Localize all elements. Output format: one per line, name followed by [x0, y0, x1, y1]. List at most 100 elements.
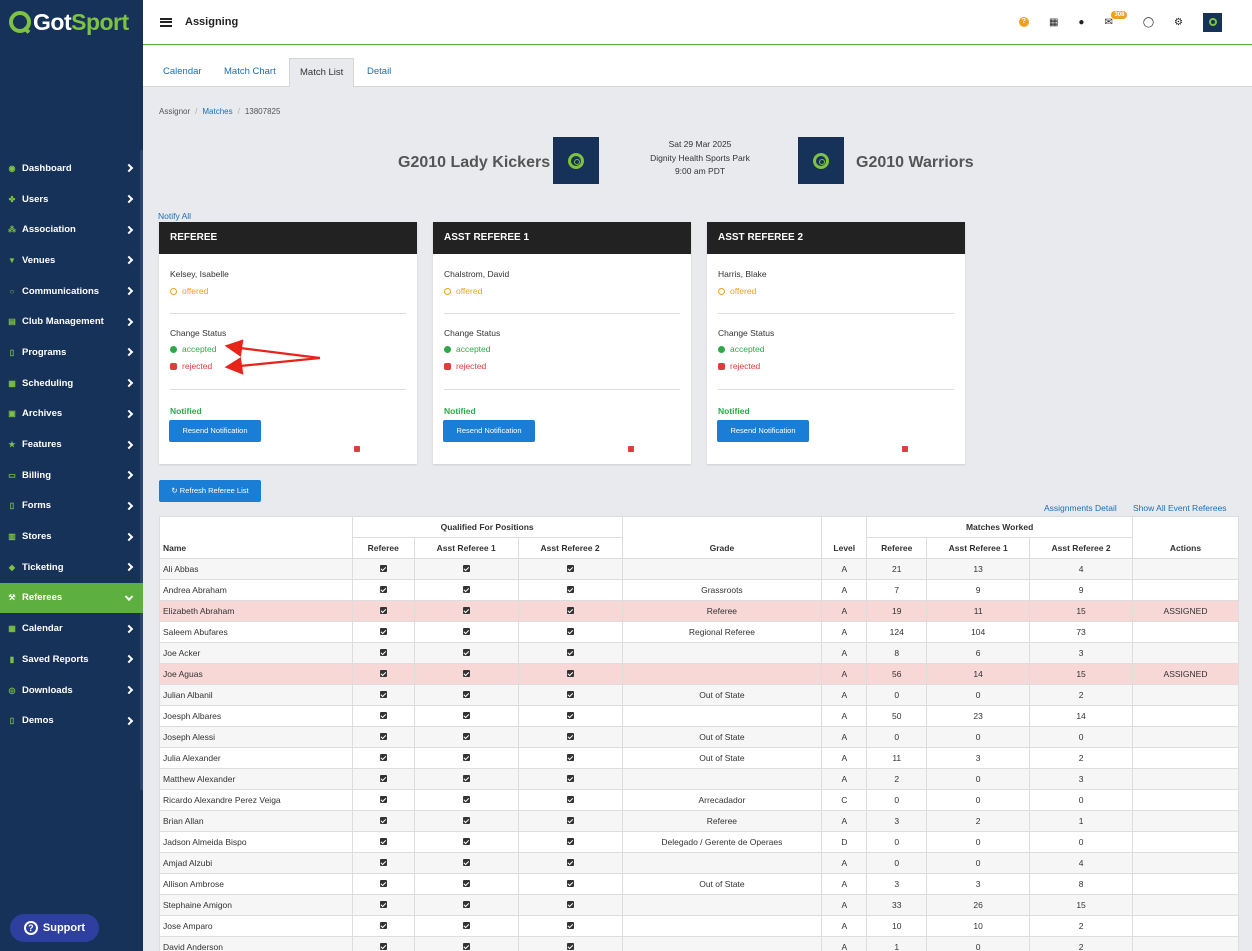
checkbox-checked-icon[interactable]	[379, 817, 387, 824]
sidebar-item-scheduling[interactable]: ▦ Scheduling	[0, 368, 143, 399]
checkbox-checked-icon[interactable]	[379, 733, 387, 740]
checkbox-checked-icon[interactable]	[566, 943, 574, 950]
col-name[interactable]: Name	[159, 516, 353, 559]
checkbox-checked-icon[interactable]	[566, 922, 574, 929]
checkbox-checked-icon[interactable]	[566, 796, 574, 803]
sidebar-item-dashboard[interactable]: ◉ Dashboard	[0, 153, 143, 184]
sidebar-item-calendar[interactable]: ▦ Calendar	[0, 613, 143, 644]
reject-status-option[interactable]: rejected	[718, 361, 760, 371]
checkbox-checked-icon[interactable]	[462, 922, 470, 929]
sidebar-item-users[interactable]: ✤ Users	[0, 184, 143, 215]
checkbox-checked-icon[interactable]	[566, 754, 574, 761]
tab-detail[interactable]: Detail	[357, 58, 401, 87]
checkbox-checked-icon[interactable]	[462, 649, 470, 656]
resend-notification-button[interactable]: Resend Notification	[443, 420, 535, 442]
checkbox-checked-icon[interactable]	[379, 922, 387, 929]
gotsport-logo[interactable]: Got Sport	[0, 0, 143, 44]
checkbox-checked-icon[interactable]	[379, 712, 387, 719]
checkbox-checked-icon[interactable]	[462, 670, 470, 677]
col-qualified-ar1[interactable]: Asst Referee 1	[413, 537, 519, 559]
checkbox-checked-icon[interactable]	[566, 859, 574, 866]
table-row[interactable]: Joe Aguas A 56 14 15 ASSIGNED	[159, 663, 1239, 685]
checkbox-checked-icon[interactable]	[462, 691, 470, 698]
checkbox-checked-icon[interactable]	[462, 565, 470, 572]
checkbox-checked-icon[interactable]	[462, 607, 470, 614]
sidebar-item-forms[interactable]: ▯ Forms	[0, 491, 143, 522]
checkbox-checked-icon[interactable]	[566, 817, 574, 824]
checkbox-checked-icon[interactable]	[566, 901, 574, 908]
table-row[interactable]: Joesph Albares A 50 23 14	[159, 705, 1239, 727]
checkbox-checked-icon[interactable]	[379, 586, 387, 593]
sidebar-item-features[interactable]: ★ Features	[0, 429, 143, 460]
checkbox-checked-icon[interactable]	[379, 838, 387, 845]
checkbox-checked-icon[interactable]	[379, 901, 387, 908]
checkbox-checked-icon[interactable]	[566, 586, 574, 593]
gear-icon[interactable]: ⚙	[1174, 17, 1183, 28]
checkbox-checked-icon[interactable]	[462, 943, 470, 950]
checkbox-checked-icon[interactable]	[462, 775, 470, 782]
trash-icon[interactable]	[628, 446, 634, 452]
table-row[interactable]: Allison Ambrose Out of State A 3 3 8	[159, 873, 1239, 895]
sidebar-item-stores[interactable]: ▥ Stores	[0, 521, 143, 552]
resend-notification-button[interactable]: Resend Notification	[169, 420, 261, 442]
sidebar-item-demos[interactable]: ▯ Demos	[0, 705, 143, 736]
tab-match-list[interactable]: Match List	[289, 58, 355, 87]
sidebar-item-venues[interactable]: ▼ Venues	[0, 245, 143, 276]
assignments-detail-link[interactable]: Assignments Detail	[1044, 503, 1117, 513]
col-qualified-referee[interactable]: Referee	[351, 537, 415, 559]
checkbox-checked-icon[interactable]	[462, 796, 470, 803]
accept-status-option[interactable]: accepted	[444, 344, 491, 354]
checkbox-checked-icon[interactable]	[379, 754, 387, 761]
checkbox-checked-icon[interactable]	[462, 859, 470, 866]
checkbox-checked-icon[interactable]	[379, 670, 387, 677]
checkbox-checked-icon[interactable]	[566, 628, 574, 635]
reject-status-option[interactable]: rejected	[170, 361, 212, 371]
trash-icon[interactable]	[354, 446, 360, 452]
sidebar-item-ticketing[interactable]: ◆ Ticketing	[0, 552, 143, 583]
breadcrumb-matches-link[interactable]: Matches	[202, 107, 232, 116]
checkbox-checked-icon[interactable]	[566, 880, 574, 887]
checkbox-checked-icon[interactable]	[566, 838, 574, 845]
checkbox-checked-icon[interactable]	[379, 880, 387, 887]
table-row[interactable]: Joe Acker A 8 6 3	[159, 642, 1239, 664]
sidebar-item-referees[interactable]: ⚒ Referees	[0, 582, 143, 614]
checkbox-checked-icon[interactable]	[379, 943, 387, 950]
grid-icon[interactable]: ▦	[1049, 17, 1058, 28]
reject-status-option[interactable]: rejected	[444, 361, 486, 371]
col-grade[interactable]: Grade	[621, 516, 823, 559]
sidebar-item-association[interactable]: ⁂ Association	[0, 214, 143, 245]
help-icon[interactable]: ?	[1018, 17, 1029, 27]
accept-status-option[interactable]: accepted	[170, 344, 217, 354]
checkbox-checked-icon[interactable]	[566, 733, 574, 740]
sidebar-item-billing[interactable]: ▭ Billing	[0, 460, 143, 491]
table-row[interactable]: Saleem Abufares Regional Referee A 124 104 73	[159, 621, 1239, 643]
refresh-referee-list-button[interactable]: ↻ Refresh Referee List	[159, 480, 261, 502]
checkbox-checked-icon[interactable]	[379, 607, 387, 614]
checkbox-checked-icon[interactable]	[462, 754, 470, 761]
checkbox-checked-icon[interactable]	[462, 880, 470, 887]
checkbox-checked-icon[interactable]	[462, 586, 470, 593]
sidebar-item-programs[interactable]: ▯ Programs	[0, 337, 143, 368]
table-row[interactable]: Julia Alexander Out of State A 11 3 2	[159, 747, 1239, 769]
checkbox-checked-icon[interactable]	[566, 670, 574, 677]
table-row[interactable]: Elizabeth Abraham Referee A 19 11 15 ASSIGNED	[159, 600, 1239, 622]
table-row[interactable]: Ricardo Alexandre Perez Veiga Arrecadador…	[159, 789, 1239, 811]
checkbox-checked-icon[interactable]	[462, 817, 470, 824]
col-qualified-ar2[interactable]: Asst Referee 2	[517, 537, 623, 559]
checkbox-checked-icon[interactable]	[379, 628, 387, 635]
sidebar-item-archives[interactable]: ▣ Archives	[0, 399, 143, 430]
table-row[interactable]: Ali Abbas A 21 13 4	[159, 558, 1239, 580]
checkbox-checked-icon[interactable]	[566, 565, 574, 572]
col-worked-ar2[interactable]: Asst Referee 2	[1029, 537, 1133, 559]
checkbox-checked-icon[interactable]	[379, 649, 387, 656]
checkbox-checked-icon[interactable]	[566, 775, 574, 782]
tab-calendar[interactable]: Calendar	[153, 58, 212, 87]
checkbox-checked-icon[interactable]	[462, 901, 470, 908]
col-worked-ar1[interactable]: Asst Referee 1	[926, 537, 1031, 559]
table-row[interactable]: David Anderson A 1 0 2	[159, 936, 1239, 951]
sidebar-item-communications[interactable]: ○ Communications	[0, 276, 143, 307]
user-icon[interactable]: ●	[1078, 17, 1084, 28]
tab-match-chart[interactable]: Match Chart	[214, 58, 286, 87]
table-row[interactable]: Jadson Almeida Bispo Delegado / Gerente d…	[159, 831, 1239, 853]
show-all-event-referees-link[interactable]: Show All Event Referees	[1133, 503, 1227, 513]
